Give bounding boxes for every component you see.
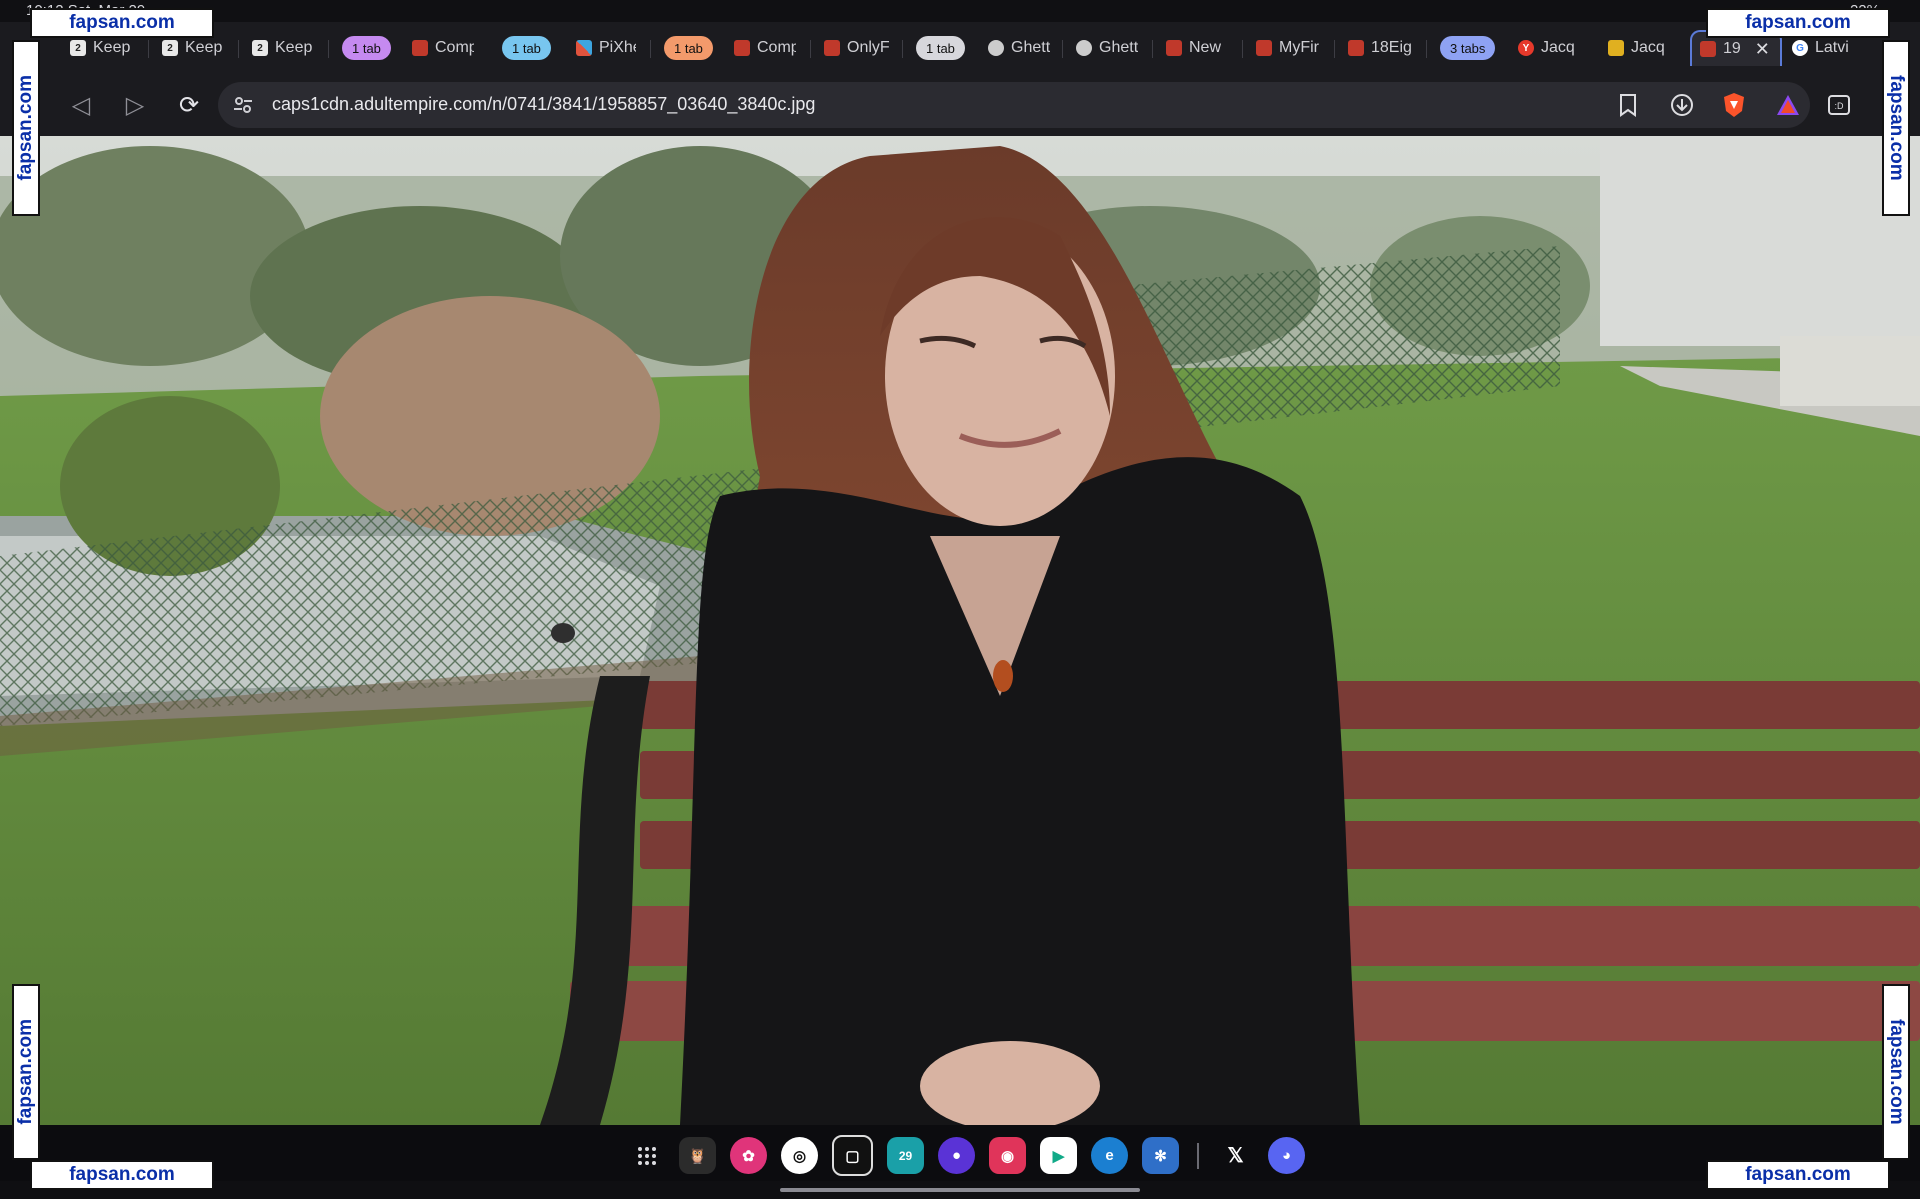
- reload-icon[interactable]: ⟳: [172, 88, 206, 122]
- edge-icon[interactable]: e: [1091, 1137, 1128, 1174]
- site-icon: [1700, 41, 1716, 57]
- keep-icon: 2: [162, 40, 178, 56]
- site-icon: [824, 40, 840, 56]
- watermark-right-bottom: fapsan.com: [1882, 984, 1910, 1160]
- app-dock: 🦉 ✿ ◎ ▢ 29 ● ◉ ▶ e ✻ 𝕏 ◕: [628, 1135, 1305, 1176]
- tab-latvi[interactable]: G Latvi: [1792, 34, 1862, 62]
- brave-shield-icon[interactable]: [1720, 91, 1748, 119]
- tab-group-chip[interactable]: 1 tab: [502, 36, 551, 60]
- tab-ghett-1[interactable]: Ghett: [988, 34, 1050, 62]
- keep-icon: 2: [70, 40, 86, 56]
- watermark-bottom-left: fapsan.com: [30, 1160, 214, 1190]
- google-icon: G: [1792, 40, 1808, 56]
- tab-label: Keep: [185, 39, 223, 56]
- tab-label: 19: [1723, 40, 1741, 57]
- chatgpt-icon[interactable]: ◎: [781, 1137, 818, 1174]
- site-icon: [1166, 40, 1182, 56]
- home-indicator[interactable]: [780, 1188, 1140, 1192]
- tab-onlyf[interactable]: OnlyF: [824, 34, 890, 62]
- tab-group-chip[interactable]: 1 tab: [664, 36, 713, 60]
- tab-label: Jacq: [1631, 39, 1665, 56]
- apps-grid-icon[interactable]: [628, 1137, 665, 1174]
- watermark-text: fapsan.com: [15, 1019, 36, 1125]
- tab-label: Ghett: [1099, 39, 1139, 56]
- tab-label: MyFir: [1279, 39, 1319, 56]
- brave-rewards-icon[interactable]: [1774, 91, 1802, 119]
- back-icon[interactable]: ◁: [64, 88, 98, 122]
- status-bar: 10:12 Sat, Mar 29 22%: [0, 0, 1920, 22]
- watermark-right-top: fapsan.com: [1882, 40, 1910, 216]
- tab-keep-2[interactable]: 2 Keep: [162, 34, 226, 62]
- park-bench-photo: [0, 136, 1920, 1125]
- watermark-top-right: fapsan.com: [1706, 8, 1890, 38]
- tab-label: New: [1189, 39, 1222, 56]
- site-icon: [734, 40, 750, 56]
- site-icon: [412, 40, 428, 56]
- keep-icon: 2: [252, 40, 268, 56]
- watermark-left-top: fapsan.com: [12, 40, 40, 216]
- tab-label: Comp: [757, 39, 796, 56]
- tab-label: Comp: [435, 39, 474, 56]
- tab-label: Jacq: [1541, 39, 1575, 56]
- tab-label: OnlyF: [847, 39, 890, 56]
- watermark-text: fapsan.com: [1886, 1019, 1907, 1125]
- tab-comp-2[interactable]: Comp: [734, 34, 796, 62]
- flag-icon: [1608, 40, 1624, 56]
- tab-jacq-2[interactable]: Jacq: [1608, 34, 1668, 62]
- tab-label: Ghett: [1011, 39, 1050, 56]
- tab-group-chip[interactable]: 1 tab: [342, 36, 391, 60]
- url-text: caps1cdn.adultempire.com/n/0741/3841/195…: [272, 94, 816, 114]
- firefox-icon[interactable]: ●: [938, 1137, 975, 1174]
- tab-label: Latvi: [1815, 39, 1849, 56]
- tab-label: 18Eig: [1371, 39, 1412, 56]
- download-icon[interactable]: [1668, 91, 1696, 119]
- watermark-bottom-right: fapsan.com: [1706, 1160, 1890, 1190]
- watermark-text: fapsan.com: [15, 75, 36, 181]
- tab-keep-3[interactable]: 2 Keep: [252, 34, 316, 62]
- desktop-mode-icon[interactable]: :D: [1822, 88, 1856, 122]
- taskbar: 🦉 ✿ ◎ ▢ 29 ● ◉ ▶ e ✻ 𝕏 ◕: [0, 1125, 1920, 1181]
- tab-label: Keep: [93, 39, 131, 56]
- watermark-left-bottom: fapsan.com: [12, 984, 40, 1160]
- tab-label: PiXhe: [599, 39, 636, 56]
- x-icon[interactable]: 𝕏: [1217, 1137, 1254, 1174]
- globe-icon: [988, 40, 1004, 56]
- browser-toolbar: ◁ ▷ ⟳ caps1cdn.adultempire.com/n/0741/38…: [0, 74, 1920, 136]
- watermark-top-left: fapsan.com: [30, 8, 214, 38]
- tab-strip: 2 Keep 2 Keep 2 Keep 1 tab Comp 1 tab Pi…: [0, 22, 1920, 74]
- tab-label: Keep: [275, 39, 313, 56]
- yandex-icon: Y: [1518, 40, 1534, 56]
- site-icon: [1348, 40, 1364, 56]
- tab-18eig[interactable]: 18Eig: [1348, 34, 1414, 62]
- tab-myfir[interactable]: MyFir: [1256, 34, 1322, 62]
- watermark-text: fapsan.com: [1886, 75, 1907, 181]
- tab-jacq-1[interactable]: Y Jacq: [1518, 34, 1578, 62]
- tab-ghett-2[interactable]: Ghett: [1076, 34, 1140, 62]
- tab-pixhell[interactable]: PiXhe: [576, 34, 636, 62]
- forward-icon[interactable]: ▷: [118, 88, 152, 122]
- settings-icon[interactable]: ✻: [1142, 1137, 1179, 1174]
- image-viewer[interactable]: [0, 136, 1920, 1125]
- flower-app-icon[interactable]: ✿: [730, 1137, 767, 1174]
- play-store-icon[interactable]: ▶: [1040, 1137, 1077, 1174]
- tab-comp-1[interactable]: Comp: [412, 34, 474, 62]
- camera-icon[interactable]: ◉: [989, 1137, 1026, 1174]
- globe-icon: [1076, 40, 1092, 56]
- tab-group-chip[interactable]: 1 tab: [916, 36, 965, 60]
- close-icon[interactable]: ✕: [1755, 39, 1770, 60]
- svg-text::D: :D: [1835, 101, 1845, 111]
- address-bar[interactable]: caps1cdn.adultempire.com/n/0741/3841/195…: [218, 82, 1810, 128]
- dock-divider: [1197, 1142, 1199, 1169]
- calendar-icon[interactable]: 29: [887, 1137, 924, 1174]
- bookmark-icon[interactable]: [1614, 91, 1642, 119]
- discord-icon[interactable]: ◕: [1268, 1137, 1305, 1174]
- tab-group-chip[interactable]: 3 tabs: [1440, 36, 1496, 60]
- cryptomator-icon[interactable]: ▢: [832, 1135, 873, 1176]
- owl-app-icon[interactable]: 🦉: [679, 1137, 716, 1174]
- pixhell-icon: [576, 40, 592, 56]
- tab-keep-1[interactable]: 2 Keep: [70, 34, 134, 62]
- tab-new[interactable]: New: [1166, 34, 1230, 62]
- site-icon: [1256, 40, 1272, 56]
- site-settings-icon[interactable]: [232, 94, 254, 116]
